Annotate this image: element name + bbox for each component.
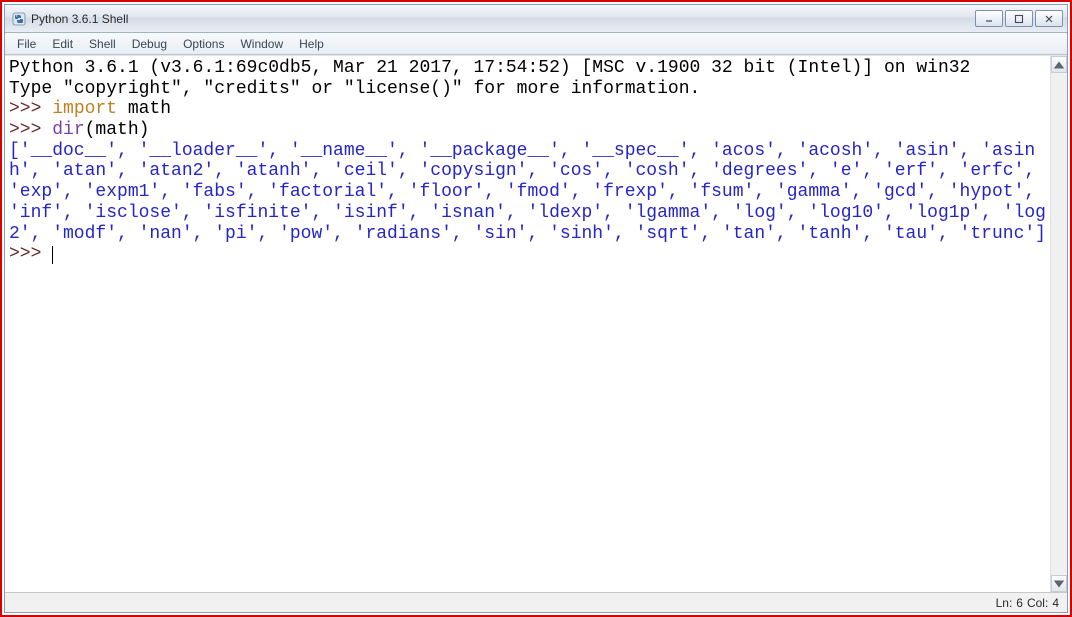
window-title: Python 3.6.1 Shell xyxy=(31,12,975,26)
prompt-2: >>> xyxy=(9,120,52,140)
menu-debug[interactable]: Debug xyxy=(124,35,175,53)
menu-file[interactable]: File xyxy=(9,35,44,53)
content-area: Python 3.6.1 (v3.6.1:69c0db5, Mar 21 201… xyxy=(5,55,1067,592)
status-ln-label: Ln: xyxy=(996,596,1013,610)
titlebar[interactable]: Python 3.6.1 Shell xyxy=(5,5,1067,33)
menu-shell[interactable]: Shell xyxy=(81,35,124,53)
shell-text-area[interactable]: Python 3.6.1 (v3.6.1:69c0db5, Mar 21 201… xyxy=(5,56,1050,592)
scrollbar-track[interactable] xyxy=(1051,73,1067,575)
python-shell-window: Python 3.6.1 Shell File Edit Shell Debug… xyxy=(4,4,1068,613)
minimize-button[interactable] xyxy=(975,10,1003,27)
menu-help[interactable]: Help xyxy=(291,35,332,53)
banner-line-2: Type "copyright", "credits" or "license(… xyxy=(9,79,700,99)
outer-red-border: Python 3.6.1 Shell File Edit Shell Debug… xyxy=(0,0,1072,617)
banner-line-1: Python 3.6.1 (v3.6.1:69c0db5, Mar 21 201… xyxy=(9,58,970,78)
import-target: math xyxy=(117,99,171,119)
close-button[interactable] xyxy=(1035,10,1063,27)
maximize-button[interactable] xyxy=(1005,10,1033,27)
import-keyword: import xyxy=(52,99,117,119)
menubar: File Edit Shell Debug Options Window Hel… xyxy=(5,33,1067,55)
scroll-down-button[interactable] xyxy=(1051,575,1067,592)
window-controls xyxy=(975,10,1063,27)
statusbar: Ln: 6 Col: 4 xyxy=(5,592,1067,612)
python-idle-icon xyxy=(11,11,27,27)
scroll-up-button[interactable] xyxy=(1051,56,1067,73)
status-col-label: Col: xyxy=(1027,596,1048,610)
menu-options[interactable]: Options xyxy=(175,35,232,53)
prompt-3: >>> xyxy=(9,244,52,264)
menu-edit[interactable]: Edit xyxy=(44,35,81,53)
dir-builtin: dir xyxy=(52,120,84,140)
dir-args: (math) xyxy=(85,120,150,140)
text-cursor xyxy=(52,246,53,264)
menu-window[interactable]: Window xyxy=(232,35,291,53)
vertical-scrollbar[interactable] xyxy=(1050,56,1067,592)
prompt-1: >>> xyxy=(9,99,52,119)
dir-output: ['__doc__', '__loader__', '__name__', '_… xyxy=(9,141,1046,244)
status-ln-value: 6 xyxy=(1016,596,1023,610)
status-col-value: 4 xyxy=(1052,596,1059,610)
